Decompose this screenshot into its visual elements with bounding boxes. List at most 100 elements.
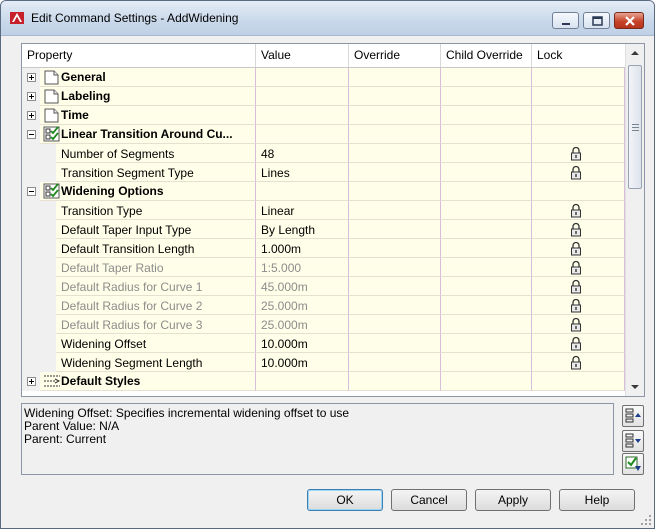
child-override-cell[interactable] (441, 372, 532, 391)
property-row[interactable]: Transition Segment Type Lines (22, 163, 625, 182)
lock-icon[interactable] (570, 165, 582, 180)
value-cell[interactable]: 25.000m (256, 296, 349, 315)
lock-icon[interactable] (570, 222, 582, 237)
scroll-down-arrow-icon[interactable] (630, 383, 640, 391)
override-cell[interactable] (349, 277, 441, 296)
category-row[interactable]: Linear Transition Around Cu... (22, 125, 625, 144)
child-override-cell[interactable] (441, 68, 532, 87)
child-override-cell[interactable] (441, 296, 532, 315)
override-cell[interactable] (349, 334, 441, 353)
override-cell[interactable] (349, 258, 441, 277)
property-row[interactable]: Default Radius for Curve 3 25.000m (22, 315, 625, 334)
override-cell[interactable] (349, 182, 441, 201)
lock-cell[interactable] (532, 334, 625, 353)
lock-icon[interactable] (570, 146, 582, 161)
lock-cell[interactable] (532, 106, 625, 125)
lock-icon[interactable] (570, 298, 582, 313)
child-override-cell[interactable] (441, 258, 532, 277)
override-cell[interactable] (349, 220, 441, 239)
child-override-cell[interactable] (441, 201, 532, 220)
child-override-cell[interactable] (441, 239, 532, 258)
expand-toggle-icon[interactable] (27, 111, 36, 120)
property-row[interactable]: Transition Type Linear (22, 201, 625, 220)
value-cell[interactable] (256, 68, 349, 87)
lock-icon[interactable] (570, 203, 582, 218)
lock-cell[interactable] (532, 296, 625, 315)
collapse-toggle-icon[interactable] (27, 130, 36, 139)
child-override-cell[interactable] (441, 315, 532, 334)
value-cell[interactable]: 48 (256, 144, 349, 163)
category-row[interactable]: General (22, 68, 625, 87)
lock-cell[interactable] (532, 87, 625, 106)
override-cell[interactable] (349, 125, 441, 144)
override-cell[interactable] (349, 239, 441, 258)
lock-cell[interactable] (532, 68, 625, 87)
lock-icon[interactable] (570, 260, 582, 275)
child-override-cell[interactable] (441, 87, 532, 106)
property-row[interactable]: Widening Segment Length 10.000m (22, 353, 625, 372)
value-cell[interactable] (256, 372, 349, 391)
value-cell[interactable] (256, 125, 349, 144)
child-override-cell[interactable] (441, 182, 532, 201)
override-cell[interactable] (349, 163, 441, 182)
category-row[interactable]: Labeling (22, 87, 625, 106)
scroll-up-arrow-icon[interactable] (630, 49, 640, 57)
column-header-override[interactable]: Override (349, 44, 441, 67)
value-cell[interactable] (256, 182, 349, 201)
expand-all-button[interactable] (622, 430, 644, 452)
child-override-cell[interactable] (441, 277, 532, 296)
check-override-button[interactable] (622, 453, 644, 475)
lock-cell[interactable] (532, 182, 625, 201)
category-row[interactable]: Time (22, 106, 625, 125)
override-cell[interactable] (349, 201, 441, 220)
column-header-lock[interactable]: Lock (532, 44, 625, 67)
lock-icon[interactable] (570, 336, 582, 351)
lock-cell[interactable] (532, 125, 625, 144)
value-cell[interactable]: Linear (256, 201, 349, 220)
lock-cell[interactable] (532, 277, 625, 296)
lock-cell[interactable] (532, 201, 625, 220)
lock-icon[interactable] (570, 317, 582, 332)
child-override-cell[interactable] (441, 106, 532, 125)
override-cell[interactable] (349, 87, 441, 106)
lock-cell[interactable] (532, 239, 625, 258)
value-cell[interactable] (256, 106, 349, 125)
property-row[interactable]: Default Radius for Curve 2 25.000m (22, 296, 625, 315)
child-override-cell[interactable] (441, 220, 532, 239)
value-cell[interactable]: Lines (256, 163, 349, 182)
column-header-child-override[interactable]: Child Override (441, 44, 532, 67)
value-cell[interactable]: By Length (256, 220, 349, 239)
resize-grip-icon[interactable] (641, 515, 652, 526)
value-cell[interactable]: 1.000m (256, 239, 349, 258)
lock-cell[interactable] (532, 353, 625, 372)
property-row[interactable]: Default Taper Ratio 1:5.000 (22, 258, 625, 277)
lock-cell[interactable] (532, 220, 625, 239)
collapse-all-button[interactable] (622, 405, 644, 427)
child-override-cell[interactable] (441, 163, 532, 182)
lock-cell[interactable] (532, 258, 625, 277)
lock-icon[interactable] (570, 279, 582, 294)
lock-cell[interactable] (532, 144, 625, 163)
override-cell[interactable] (349, 353, 441, 372)
expand-toggle-icon[interactable] (27, 92, 36, 101)
collapse-toggle-icon[interactable] (27, 187, 36, 196)
help-button[interactable]: Help (559, 489, 635, 511)
override-cell[interactable] (349, 144, 441, 163)
category-row[interactable]: Widening Options (22, 182, 625, 201)
override-cell[interactable] (349, 106, 441, 125)
value-cell[interactable]: 1:5.000 (256, 258, 349, 277)
property-row[interactable]: Default Radius for Curve 1 45.000m (22, 277, 625, 296)
apply-button[interactable]: Apply (475, 489, 551, 511)
override-cell[interactable] (349, 68, 441, 87)
lock-cell[interactable] (532, 372, 625, 391)
maximize-button[interactable] (583, 12, 610, 29)
column-header-value[interactable]: Value (256, 44, 349, 67)
lock-icon[interactable] (570, 355, 582, 370)
property-row[interactable]: Number of Segments 48 (22, 144, 625, 163)
value-cell[interactable] (256, 87, 349, 106)
child-override-cell[interactable] (441, 125, 532, 144)
property-row[interactable]: Widening Offset 10.000m (22, 334, 625, 353)
child-override-cell[interactable] (441, 334, 532, 353)
child-override-cell[interactable] (441, 353, 532, 372)
minimize-button[interactable] (552, 12, 579, 29)
